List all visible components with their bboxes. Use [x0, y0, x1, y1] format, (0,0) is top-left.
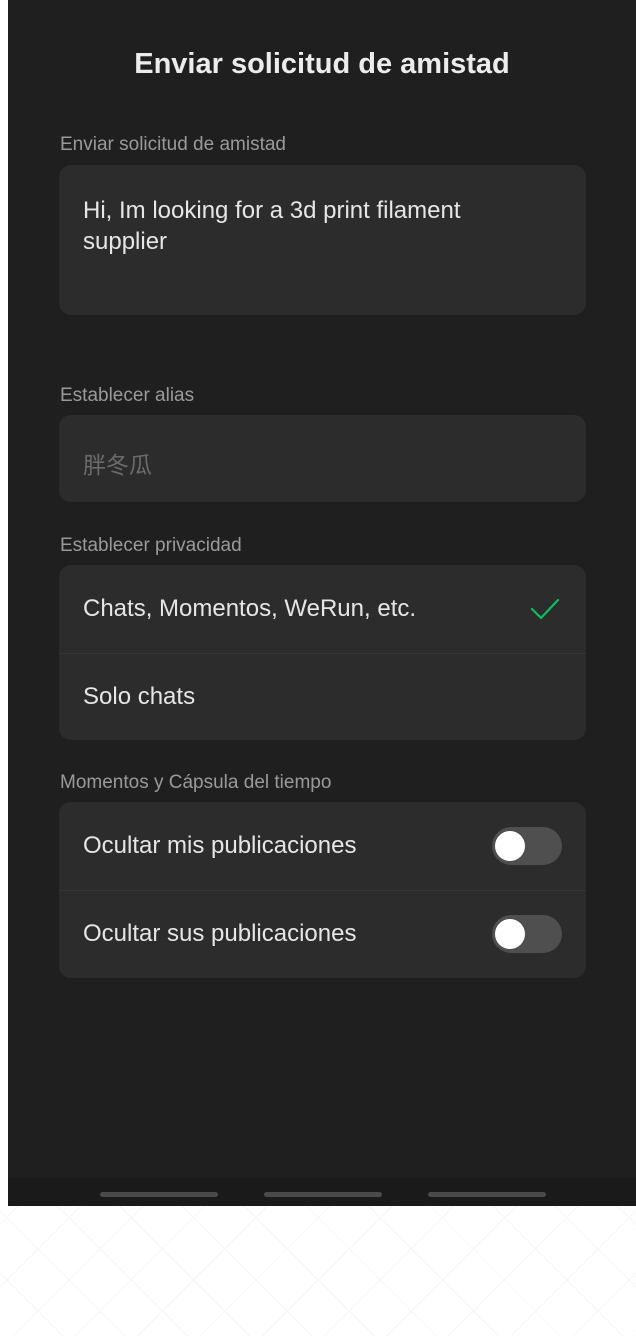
privacy-option-all[interactable]: Chats, Momentos, WeRun, etc. — [59, 565, 586, 653]
alias-placeholder: 胖冬瓜 — [83, 452, 152, 478]
background-pattern — [0, 1206, 636, 1336]
privacy-options: Chats, Momentos, WeRun, etc. Solo chats — [59, 565, 586, 740]
privacy-section-label: Establecer privacidad — [60, 535, 242, 556]
moments-options: Ocultar mis publicaciones Ocultar sus pu… — [59, 802, 586, 978]
hide-my-posts-toggle[interactable] — [492, 827, 562, 865]
hide-their-posts-row: Ocultar sus publicaciones — [59, 890, 586, 978]
message-text: Hi, Im looking for a 3d print filament s… — [83, 197, 461, 255]
system-nav-bar — [8, 1178, 636, 1206]
alias-input[interactable]: 胖冬瓜 — [59, 415, 586, 502]
moments-section-label: Momentos y Cápsula del tiempo — [60, 772, 332, 793]
page-title: Enviar solicitud de amistad — [134, 48, 510, 80]
toggle-knob — [495, 919, 525, 949]
privacy-option-chats-only[interactable]: Solo chats — [59, 653, 586, 740]
nav-bar-handle[interactable] — [428, 1192, 546, 1197]
check-icon — [530, 598, 560, 620]
toggle-knob — [495, 831, 525, 861]
hide-my-posts-label: Ocultar mis publicaciones — [83, 832, 357, 859]
hide-their-posts-label: Ocultar sus publicaciones — [83, 920, 357, 947]
nav-bar-handle[interactable] — [264, 1192, 382, 1197]
message-section-label: Enviar solicitud de amistad — [60, 134, 286, 155]
privacy-option-label: Chats, Momentos, WeRun, etc. — [83, 595, 417, 622]
hide-my-posts-row: Ocultar mis publicaciones — [59, 802, 586, 890]
hide-their-posts-toggle[interactable] — [492, 915, 562, 953]
privacy-option-label: Solo chats — [83, 683, 196, 710]
message-textarea[interactable]: Hi, Im looking for a 3d print filament s… — [59, 165, 586, 315]
alias-section-label: Establecer alias — [60, 385, 195, 406]
nav-bar-handle[interactable] — [100, 1192, 218, 1197]
app-screen: Enviar solicitud de amistad Enviar solic… — [8, 0, 636, 1206]
